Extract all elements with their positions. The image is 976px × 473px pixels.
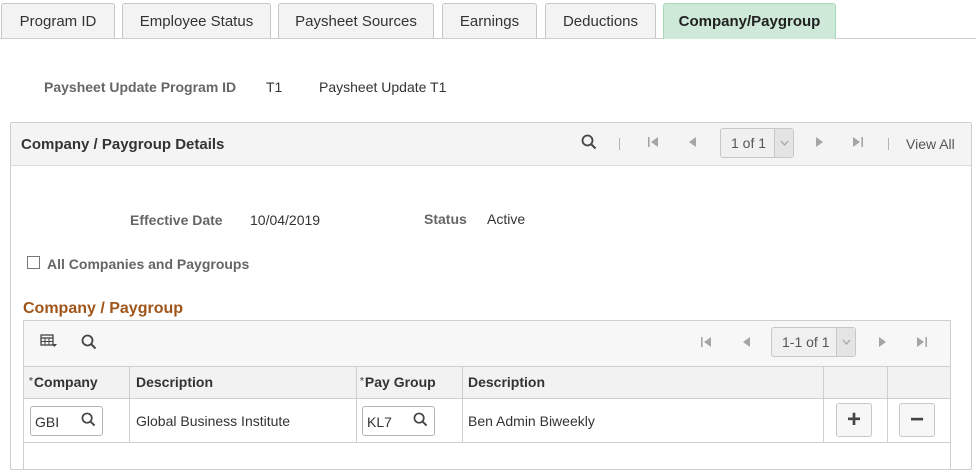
program-id-label: Paysheet Update Program ID xyxy=(44,79,237,95)
tab-label: Program ID xyxy=(19,13,97,30)
chevron-down-icon[interactable] xyxy=(836,328,855,356)
company-description-value: Global Business Institute xyxy=(136,413,291,429)
effective-date-value: 10/04/2019 xyxy=(250,212,321,228)
pay-group-field[interactable]: KL7 xyxy=(362,406,435,436)
col-header-company[interactable]: *Company xyxy=(29,374,98,390)
tab-employee-status[interactable]: Employee Status xyxy=(122,3,271,39)
tab-deductions[interactable]: Deductions xyxy=(545,3,656,39)
program-desc-value: Paysheet Update T1 xyxy=(319,79,447,95)
tab-bar: Program ID Employee Status Paysheet Sour… xyxy=(0,0,976,40)
col-header-label: Pay Group xyxy=(364,374,436,390)
tab-company-paygroup[interactable]: Company/Paygroup xyxy=(663,3,836,39)
pager-text: 1 of 1 xyxy=(731,135,767,151)
col-header-paygroup-description[interactable]: Description xyxy=(468,374,545,390)
col-header-label: Company xyxy=(33,374,98,390)
effective-date-label: Effective Date xyxy=(130,212,223,228)
col-header-pay-group[interactable]: *Pay Group xyxy=(360,374,436,390)
next-page-icon[interactable] xyxy=(814,136,824,151)
tab-program-id[interactable]: Program ID xyxy=(1,3,115,39)
row-pager-select[interactable]: 1 of 1 xyxy=(720,128,794,158)
minus-icon: − xyxy=(909,406,924,433)
tab-label: Company/Paygroup xyxy=(678,13,821,30)
grid-next-page-icon[interactable] xyxy=(877,335,887,351)
required-marker: * xyxy=(29,376,33,387)
company-field[interactable]: GBI xyxy=(30,406,103,436)
last-page-icon[interactable] xyxy=(852,136,864,151)
grid-previous-page-icon[interactable] xyxy=(742,335,752,351)
group-title: Company / Paygroup Details xyxy=(21,136,225,153)
tab-label: Employee Status xyxy=(139,13,254,30)
pay-group-lookup-icon[interactable] xyxy=(413,412,428,430)
all-companies-checkbox[interactable] xyxy=(27,256,40,269)
tab-paysheet-sources[interactable]: Paysheet Sources xyxy=(278,3,434,39)
grid-pager-select[interactable]: 1-1 of 1 xyxy=(771,327,856,357)
grid-pager-text: 1-1 of 1 xyxy=(782,334,830,350)
status-label: Status xyxy=(424,211,467,227)
company-lookup-icon[interactable] xyxy=(81,412,96,430)
grid-last-page-icon[interactable] xyxy=(916,335,928,351)
tab-label: Paysheet Sources xyxy=(295,13,417,30)
company-paygroup-grid: 1-1 of 1 *Company Description *Pay Group… xyxy=(23,320,951,470)
delete-row-button[interactable]: − xyxy=(899,403,935,437)
pay-group-description-value: Ben Admin Biweekly xyxy=(468,413,595,429)
program-id-value: T1 xyxy=(266,79,283,95)
tab-label: Deductions xyxy=(562,13,639,30)
all-companies-label: All Companies and Paygroups xyxy=(47,256,250,272)
grid-toolbar: 1-1 of 1 xyxy=(24,321,950,366)
grid-search-icon[interactable] xyxy=(81,334,97,353)
personalize-grid-icon[interactable] xyxy=(40,334,58,351)
separator xyxy=(888,138,889,150)
add-row-button[interactable]: + xyxy=(836,403,872,437)
search-icon[interactable] xyxy=(581,134,597,153)
grid-first-page-icon[interactable] xyxy=(700,335,712,351)
status-value: Active xyxy=(487,211,526,227)
company-paygroup-grid-title: Company / Paygroup xyxy=(23,300,184,317)
group-header: Company / Paygroup Details 1 of 1 View A… xyxy=(11,123,971,166)
plus-icon: + xyxy=(846,406,861,433)
separator xyxy=(619,138,620,150)
required-marker: * xyxy=(360,376,364,387)
first-page-icon[interactable] xyxy=(647,136,659,151)
chevron-down-icon[interactable] xyxy=(774,129,793,157)
company-value: GBI xyxy=(35,414,60,430)
col-header-company-description[interactable]: Description xyxy=(136,374,213,390)
pay-group-value: KL7 xyxy=(367,414,392,430)
tab-label: Earnings xyxy=(459,13,520,30)
view-all-link[interactable]: View All xyxy=(906,136,955,152)
tab-earnings[interactable]: Earnings xyxy=(442,3,537,39)
previous-page-icon[interactable] xyxy=(688,136,698,151)
